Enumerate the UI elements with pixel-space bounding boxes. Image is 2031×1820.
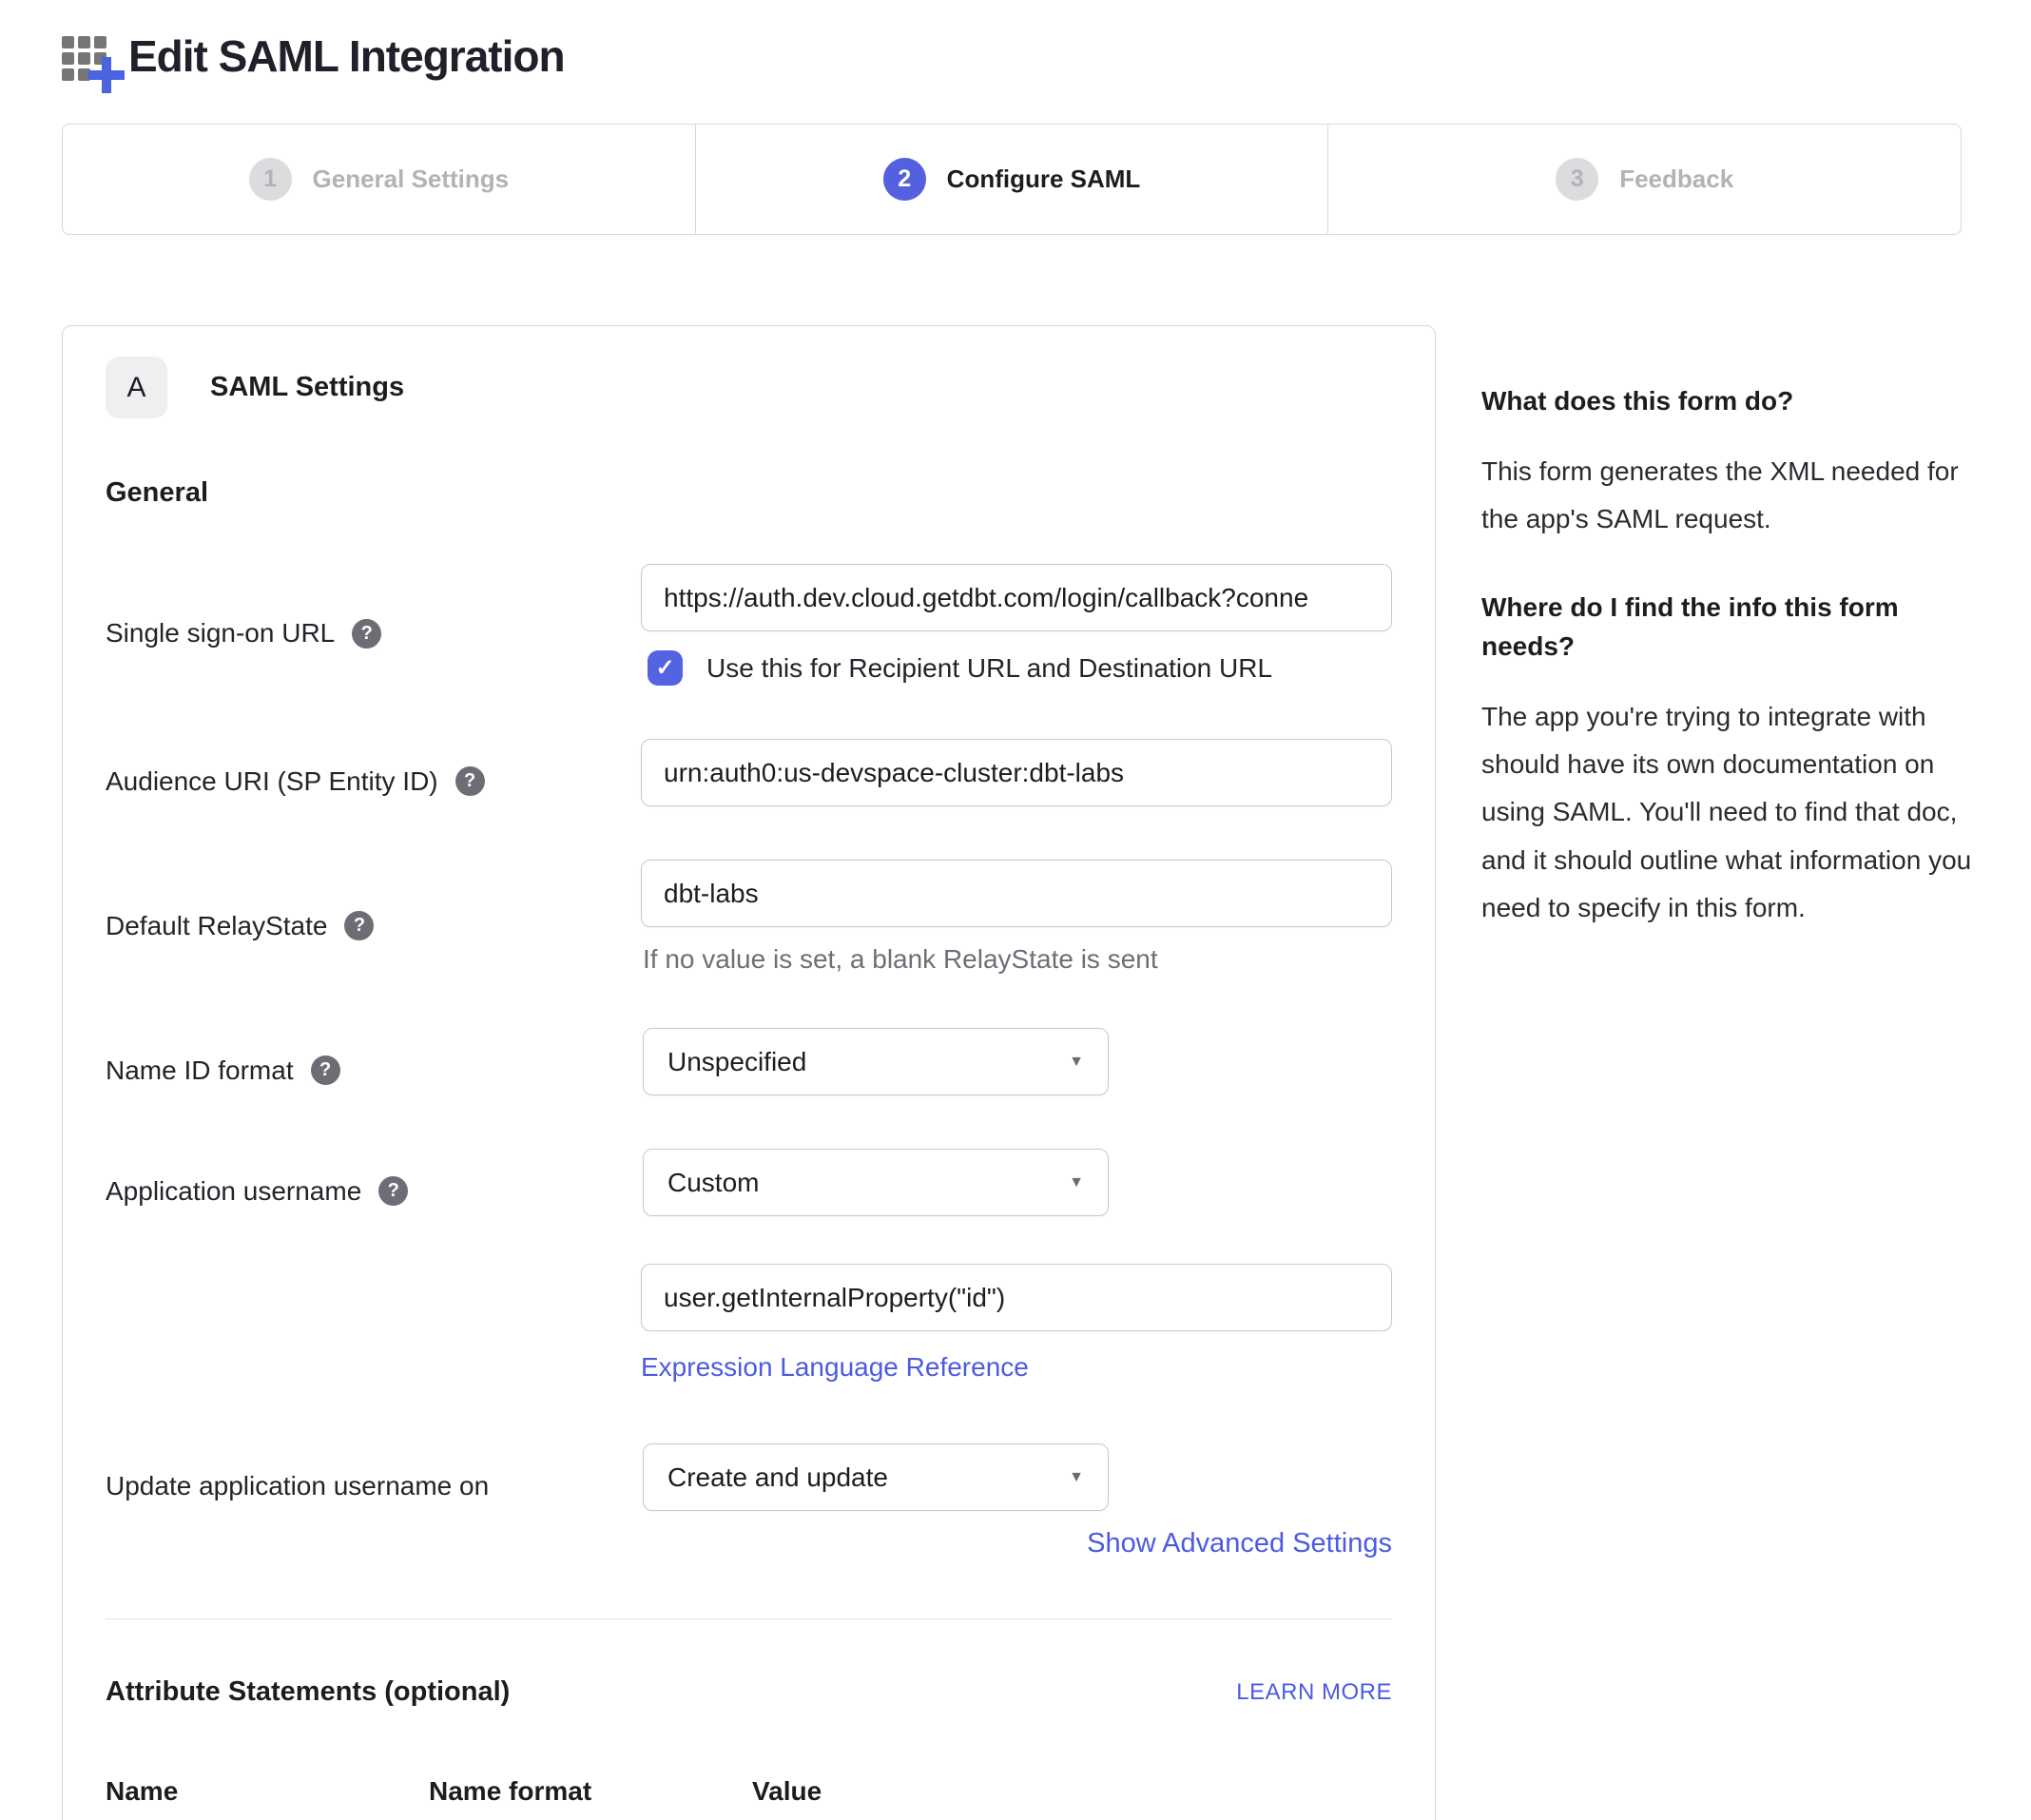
step-label: Configure SAML <box>947 165 1141 194</box>
audience-uri-input[interactable] <box>641 739 1392 806</box>
expression-language-reference-link[interactable]: Expression Language Reference <box>641 1352 1029 1383</box>
attribute-statements-title: Attribute Statements (optional) <box>106 1676 510 1708</box>
recipient-url-check-row: ✓ Use this for Recipient URL and Destina… <box>641 650 1392 686</box>
select-value: Create and update <box>667 1462 888 1493</box>
page: Edit SAML Integration 1 General Settings… <box>0 0 2031 1820</box>
audience-uri-row: Audience URI (SP Entity ID) ? <box>106 739 1392 806</box>
page-title: Edit SAML Integration <box>128 30 565 82</box>
sidebar-answer-1: This form generates the XML needed for t… <box>1481 448 1981 544</box>
audience-uri-label: Audience URI (SP Entity ID) <box>106 766 438 797</box>
step-number-badge: 1 <box>249 158 292 201</box>
sidebar-answer-2: The app you're trying to integrate with … <box>1481 693 1981 933</box>
step-label: Feedback <box>1619 165 1733 194</box>
saml-settings-card: A SAML Settings General Single sign-on U… <box>62 325 1436 1820</box>
section-a-badge: A <box>106 357 167 418</box>
update-username-select[interactable]: Create and update ▼ <box>643 1443 1109 1511</box>
step-general-settings[interactable]: 1 General Settings <box>63 125 695 234</box>
help-icon[interactable]: ? <box>344 911 374 940</box>
select-value: Custom <box>667 1168 759 1198</box>
page-header: Edit SAML Integration <box>62 27 2031 86</box>
attribute-statements-header: Attribute Statements (optional) LEARN MO… <box>106 1676 1392 1708</box>
column-header-value: Value <box>752 1776 822 1807</box>
step-number-badge: 2 <box>883 158 926 201</box>
checkbox-label: Use this for Recipient URL and Destinati… <box>706 653 1272 684</box>
relay-state-hint: If no value is set, a blank RelayState i… <box>641 944 1392 975</box>
use-for-recipient-checkbox[interactable]: ✓ <box>648 650 683 686</box>
add-application-icon <box>62 27 121 86</box>
sidebar-question-1: What does this form do? <box>1481 382 1981 421</box>
help-icon[interactable]: ? <box>311 1055 340 1085</box>
step-label: General Settings <box>313 165 510 194</box>
name-id-format-select[interactable]: Unspecified ▼ <box>643 1028 1109 1095</box>
select-value: Unspecified <box>667 1047 806 1077</box>
general-heading: General <box>106 477 1392 509</box>
plus-icon <box>88 57 125 93</box>
sso-url-label: Single sign-on URL <box>106 618 335 649</box>
app-username-row: Application username ? Custom ▼ <box>106 1149 1392 1216</box>
relay-state-input[interactable] <box>641 860 1392 927</box>
column-header-name-format: Name format <box>429 1776 752 1807</box>
help-icon[interactable]: ? <box>455 766 485 796</box>
custom-expression-row: Expression Language Reference <box>106 1264 1392 1383</box>
chevron-down-icon: ▼ <box>1069 1469 1084 1486</box>
custom-expression-input[interactable] <box>641 1264 1392 1331</box>
saml-settings-title: SAML Settings <box>210 372 404 403</box>
attribute-columns: Name Name format Value <box>106 1776 1392 1807</box>
relay-state-row: Default RelayState ? If no value is set,… <box>106 860 1392 975</box>
learn-more-link[interactable]: LEARN MORE <box>1236 1679 1392 1706</box>
help-icon[interactable]: ? <box>378 1176 408 1206</box>
relay-state-label: Default RelayState <box>106 911 327 941</box>
name-id-format-row: Name ID format ? Unspecified ▼ <box>106 1028 1392 1095</box>
name-id-format-label: Name ID format <box>106 1055 294 1086</box>
sso-url-row: Single sign-on URL ? ✓ Use this for Reci… <box>106 564 1392 686</box>
card-header: A SAML Settings <box>106 357 1392 418</box>
step-configure-saml[interactable]: 2 Configure SAML <box>695 125 1328 234</box>
sso-url-input[interactable] <box>641 564 1392 631</box>
update-username-row: Update application username on Create an… <box>106 1443 1392 1511</box>
app-username-label: Application username <box>106 1176 361 1207</box>
advanced-settings-row: Show Advanced Settings <box>106 1528 1392 1559</box>
content: A SAML Settings General Single sign-on U… <box>62 325 2031 1820</box>
update-username-label: Update application username on <box>106 1471 489 1501</box>
step-number-badge: 3 <box>1556 158 1598 201</box>
chevron-down-icon: ▼ <box>1069 1054 1084 1071</box>
sidebar-question-2: Where do I find the info this form needs… <box>1481 589 1981 666</box>
help-icon[interactable]: ? <box>352 619 381 649</box>
help-sidebar: What does this form do? This form genera… <box>1481 325 1981 978</box>
section-divider <box>106 1618 1392 1619</box>
step-feedback[interactable]: 3 Feedback <box>1327 125 1961 234</box>
chevron-down-icon: ▼ <box>1069 1174 1084 1191</box>
wizard-steps: 1 General Settings 2 Configure SAML 3 Fe… <box>62 124 1962 235</box>
show-advanced-settings-link[interactable]: Show Advanced Settings <box>1087 1528 1392 1559</box>
column-header-name: Name <box>106 1776 429 1807</box>
app-username-select[interactable]: Custom ▼ <box>643 1149 1109 1216</box>
